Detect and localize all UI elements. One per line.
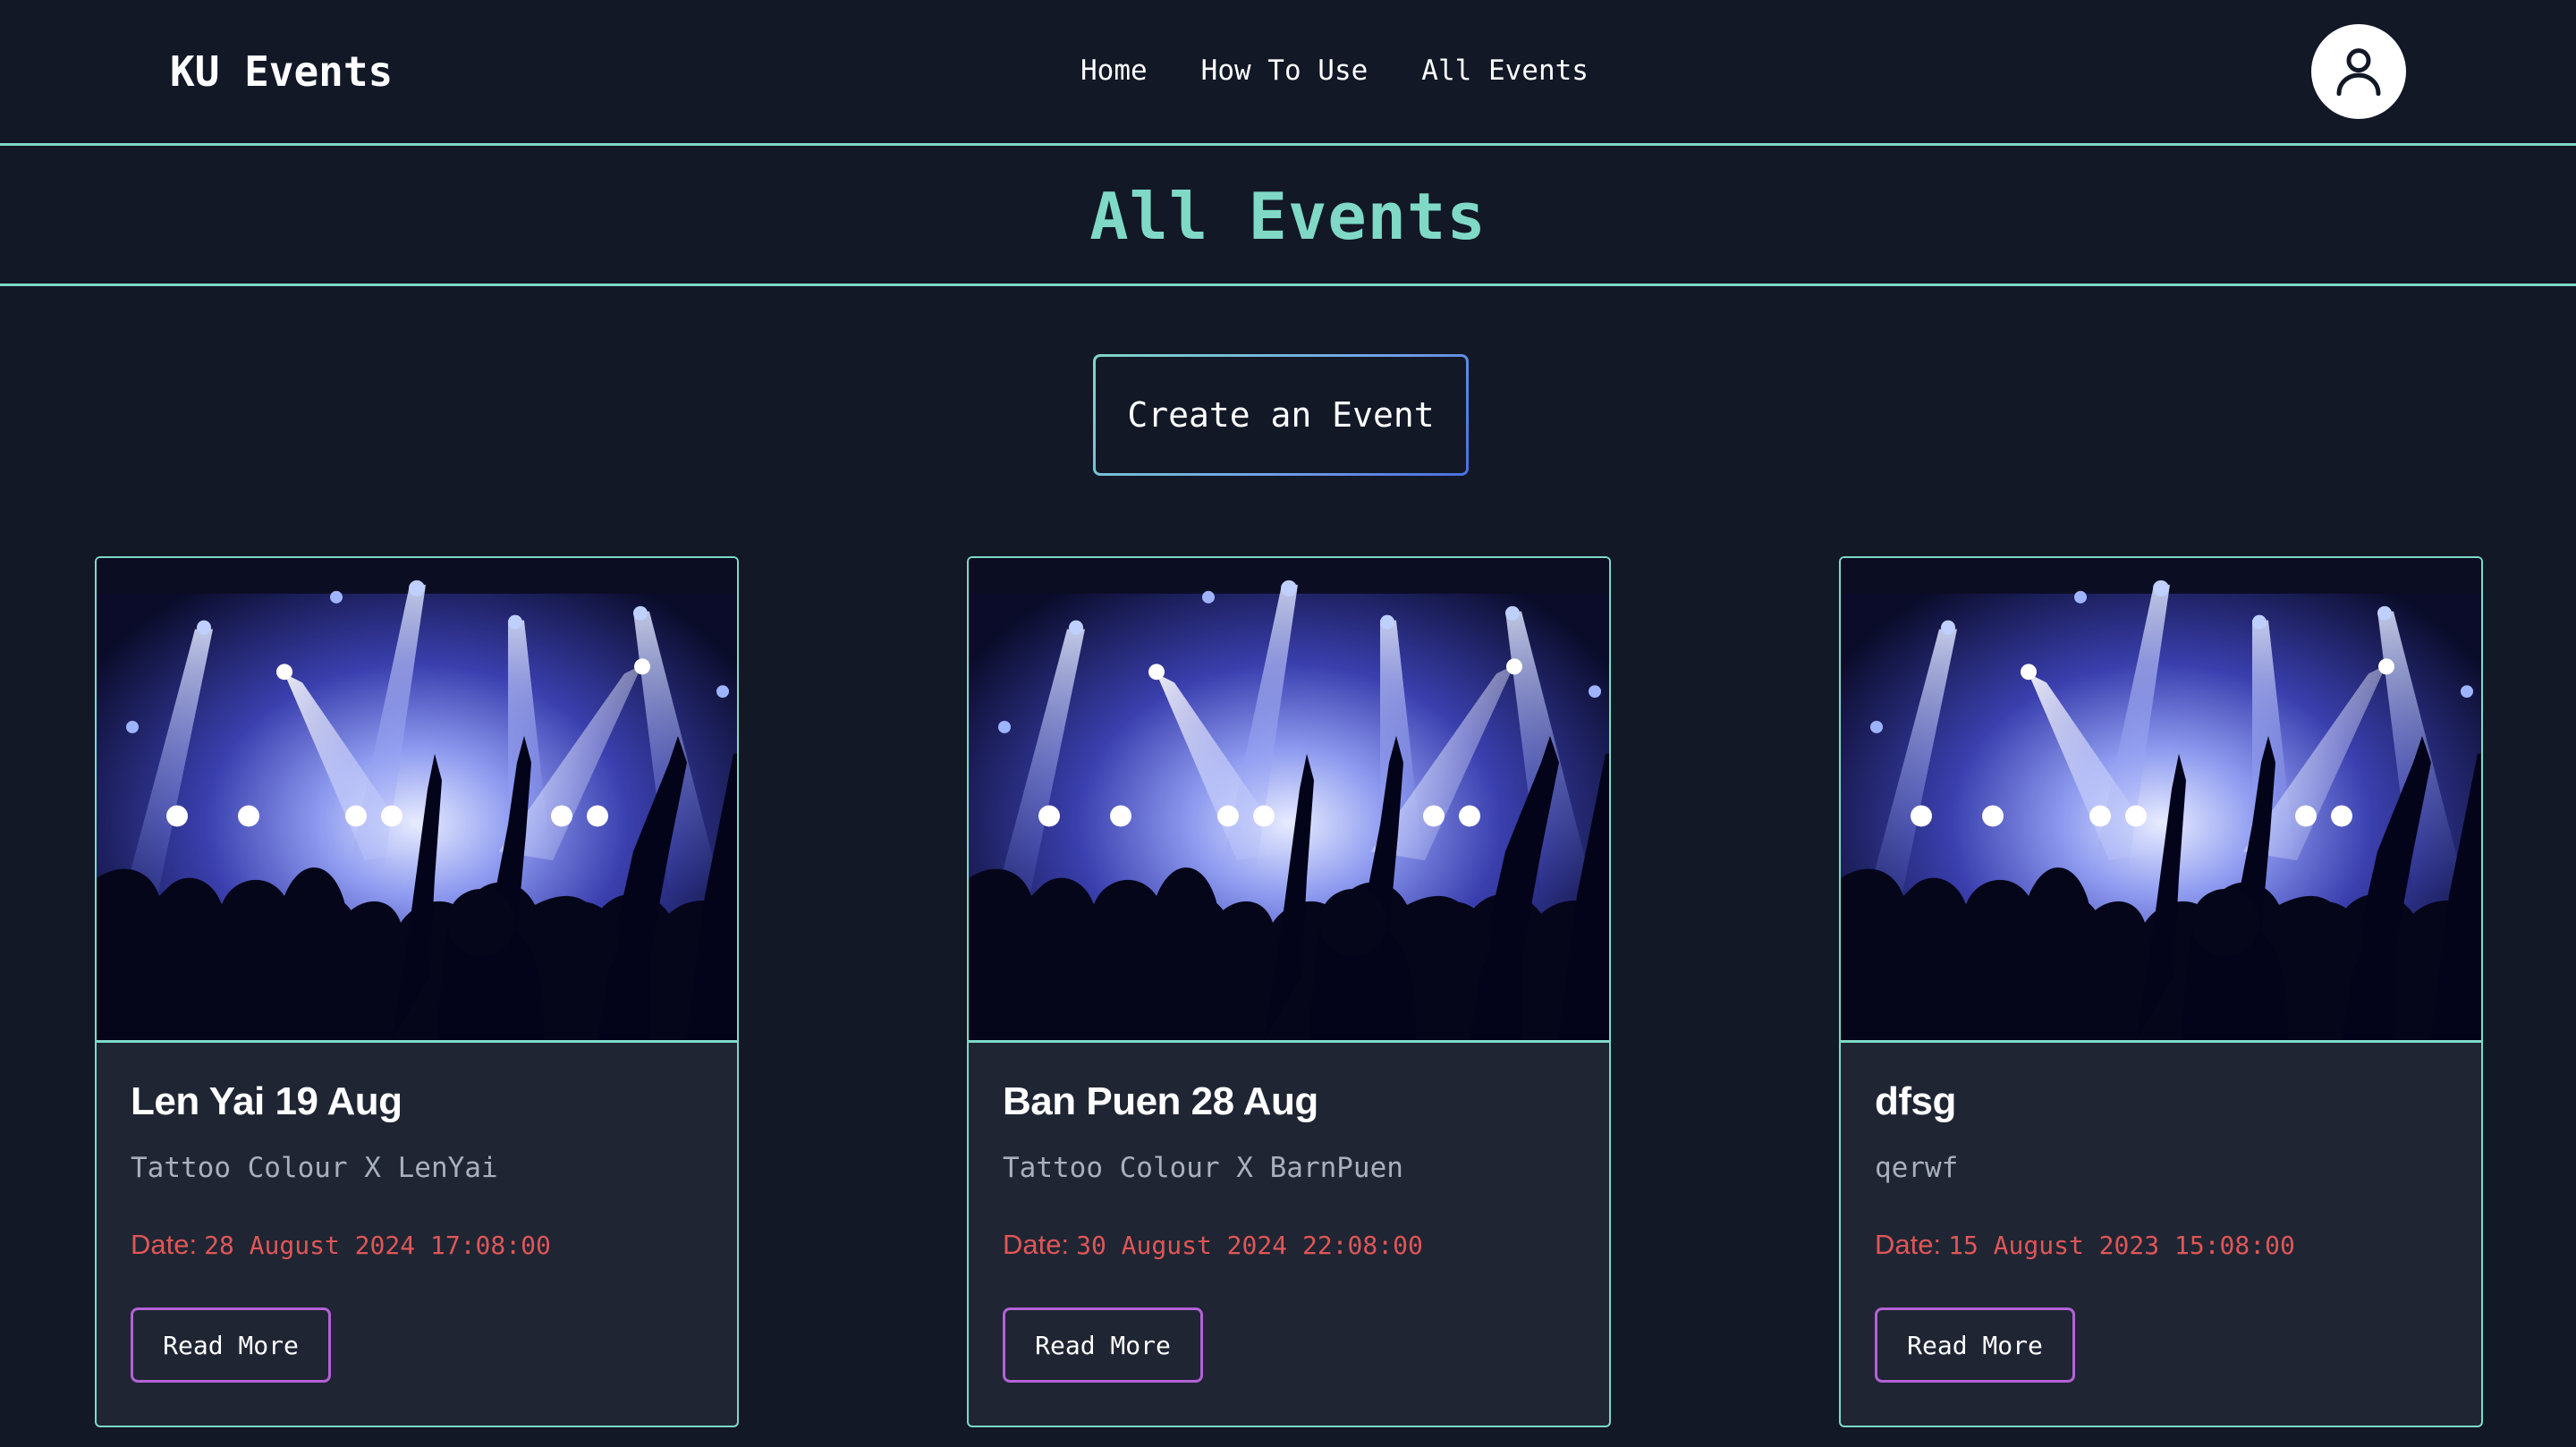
event-date: Date: 15 August 2023 15:08:00 <box>1875 1225 2295 1269</box>
nav-link-how-to-use[interactable]: How To Use <box>1201 50 1368 91</box>
event-date-label: Date: <box>1875 1229 1942 1260</box>
read-more-label: Read More <box>1907 1330 2043 1360</box>
event-description: qerwf <box>1875 1152 1959 1184</box>
main-nav: Home How To Use All Events <box>1080 50 1589 91</box>
event-image <box>1841 558 2481 1043</box>
event-date-label: Date: <box>131 1229 198 1260</box>
event-date-value: 15 August 2023 15:08:00 <box>1948 1231 2295 1260</box>
event-title: dfsg <box>1875 1079 1956 1123</box>
concert-crowd-image <box>969 558 1609 1040</box>
event-date: Date: 30 August 2024 22:08:00 <box>1003 1225 1423 1269</box>
event-date-label: Date: <box>1003 1229 1070 1260</box>
event-title: Len Yai 19 Aug <box>131 1079 402 1123</box>
event-image <box>97 558 737 1043</box>
event-image <box>969 558 1609 1043</box>
event-description: Tattoo Colour X LenYai <box>131 1152 498 1184</box>
event-title: Ban Puen 28 Aug <box>1003 1079 1318 1123</box>
nav-link-home[interactable]: Home <box>1080 50 1148 91</box>
brand-logo[interactable]: KU Events <box>170 45 393 98</box>
read-more-label: Read More <box>1035 1330 1171 1360</box>
create-event-label: Create an Event <box>1127 395 1435 435</box>
event-card: Len Yai 19 Aug Tattoo Colour X LenYai Da… <box>95 556 739 1427</box>
concert-crowd-image <box>1841 558 2481 1040</box>
page-title: All Events <box>1089 178 1487 254</box>
create-event-button[interactable]: Create an Event <box>1093 354 1469 476</box>
event-description: Tattoo Colour X BarnPuen <box>1003 1152 1403 1184</box>
event-date-value: 28 August 2024 17:08:00 <box>204 1231 551 1260</box>
concert-crowd-image <box>97 558 737 1040</box>
event-card: Ban Puen 28 Aug Tattoo Colour X BarnPuen… <box>967 556 1611 1427</box>
read-more-button[interactable]: Read More <box>131 1307 331 1383</box>
event-card: dfsg qerwf Date: 15 August 2023 15:08:00 … <box>1839 556 2483 1427</box>
navbar: KU Events Home How To Use All Events <box>0 0 2576 146</box>
event-date-value: 30 August 2024 22:08:00 <box>1076 1231 1423 1260</box>
read-more-button[interactable]: Read More <box>1875 1307 2075 1383</box>
user-icon <box>2336 48 2381 97</box>
read-more-button[interactable]: Read More <box>1003 1307 1203 1383</box>
profile-avatar-button[interactable] <box>2311 24 2406 119</box>
nav-link-all-events[interactable]: All Events <box>1421 50 1589 91</box>
page-title-bar: All Events <box>0 148 2576 286</box>
event-date: Date: 28 August 2024 17:08:00 <box>131 1225 551 1269</box>
read-more-label: Read More <box>163 1330 299 1360</box>
